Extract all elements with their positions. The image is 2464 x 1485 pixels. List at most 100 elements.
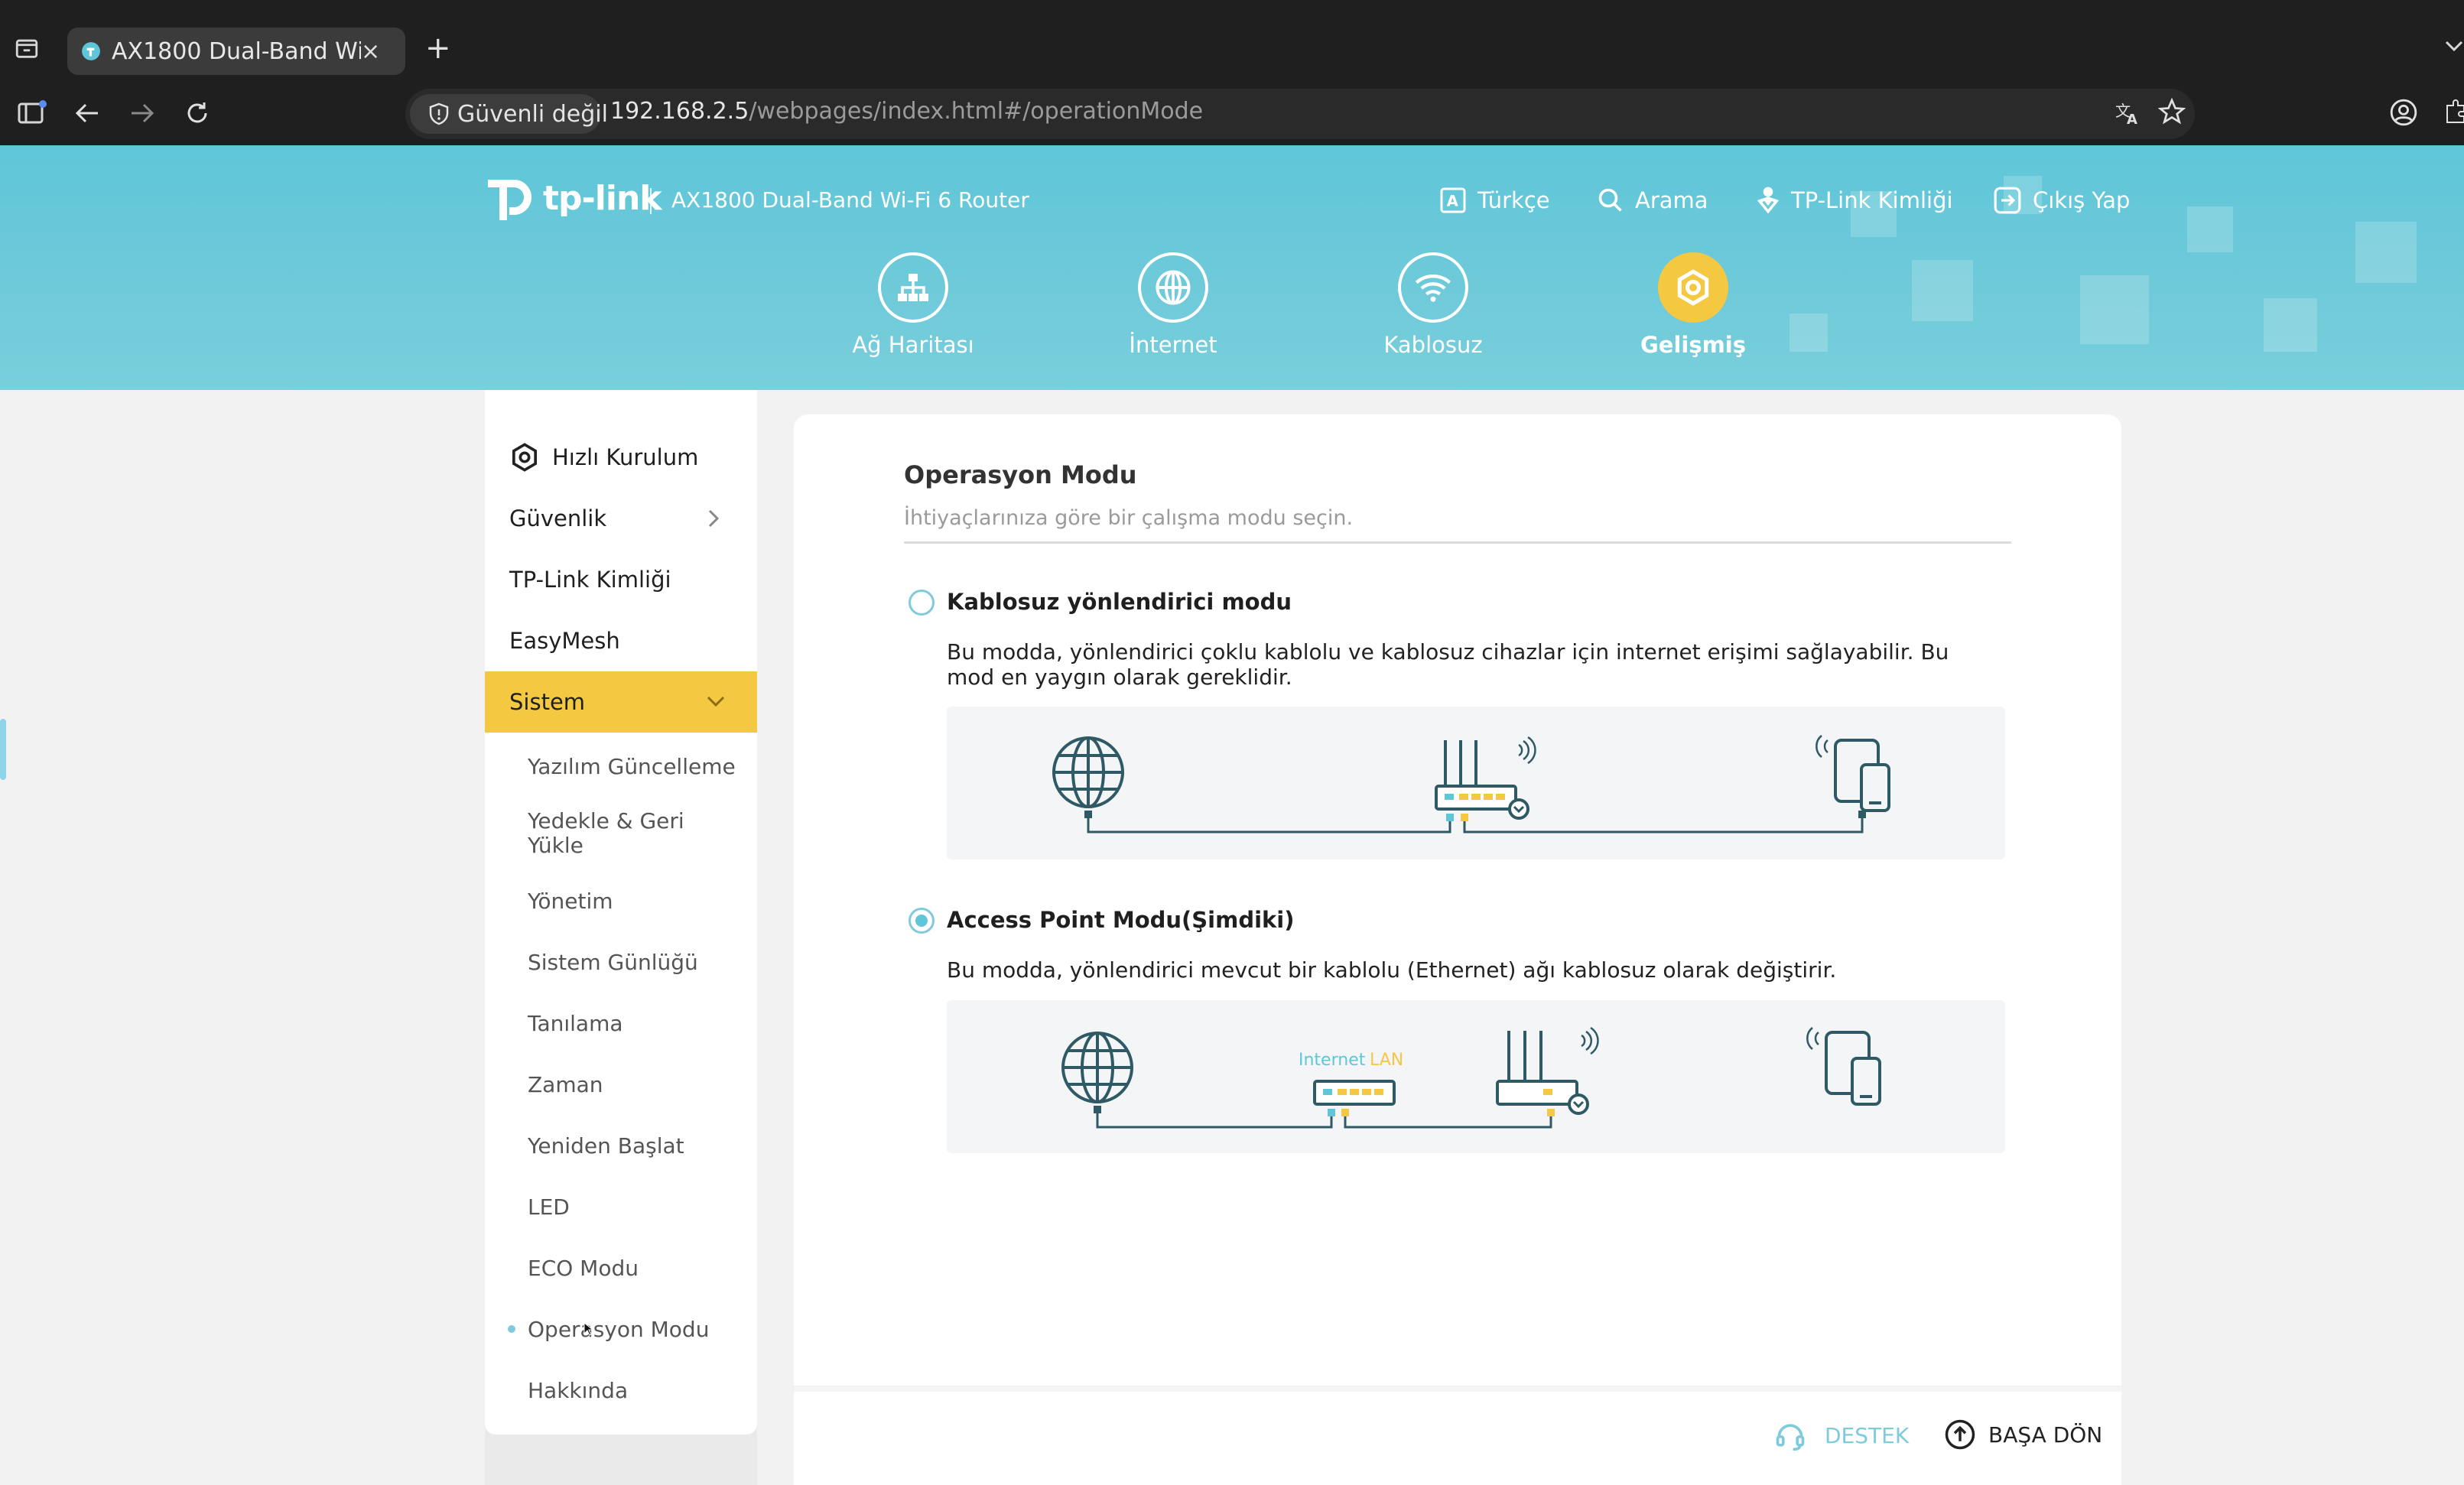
sidebar-subitem-backup-restore[interactable]: Yedekle & Geri Yükle — [485, 795, 714, 879]
sidebar-item-tp-link-id[interactable]: TP-Link Kimliği — [485, 549, 757, 610]
nav-internet[interactable]: İnternet — [1097, 252, 1250, 358]
wireless-router-diagram — [947, 707, 2005, 859]
sidebar-subitem-label: Tanılama — [528, 1010, 623, 1036]
nav-network-map-label: Ağ Haritası — [852, 332, 974, 358]
url-host: 192.168.2.5 — [610, 98, 749, 125]
sidebar-toggle-icon[interactable] — [17, 99, 47, 127]
url-text[interactable]: 192.168.2.5/webpages/index.html#/operati… — [610, 98, 1203, 125]
language-button[interactable]: A Türkçe — [1439, 184, 1550, 217]
logout-button[interactable]: Çıkış Yap — [1993, 184, 2130, 217]
sidebar-item-security[interactable]: Güvenlik — [485, 488, 757, 549]
internet-globe-icon — [1052, 736, 1124, 808]
sidebar-subitem-about[interactable]: Hakkında — [485, 1360, 757, 1421]
sidebar-item-quick-setup[interactable]: Hızlı Kurulum — [485, 427, 757, 488]
nav-internet-label: İnternet — [1129, 332, 1217, 358]
extensions-icon[interactable] — [2444, 98, 2464, 127]
logo-separator — [650, 188, 652, 214]
sidebar-item-label: TP-Link Kimliği — [509, 567, 671, 593]
quick-setup-icon — [509, 442, 540, 473]
nav-advanced-label: Gelişmiş — [1640, 332, 1747, 358]
browser-tab[interactable]: AX1800 Dual-Band Wi-Fi × — [67, 28, 405, 75]
access-point-mode-description: Bu modda, yönlendirici mevcut bir kablol… — [947, 957, 1837, 983]
sidebar-item-easymesh[interactable]: EasyMesh — [485, 610, 757, 671]
access-point-mode-radio[interactable] — [909, 908, 935, 934]
tab-list-chevron-icon[interactable] — [2444, 38, 2464, 54]
router-icon — [1435, 736, 1536, 821]
product-name: AX1800 Dual-Band Wi-Fi 6 Router — [671, 187, 1029, 213]
content-card — [794, 414, 2121, 1386]
headset-icon — [1773, 1418, 1808, 1452]
chevron-right-icon — [707, 508, 720, 529]
wireless-router-mode-label[interactable]: Kablosuz yönlendirici modu — [947, 589, 1292, 615]
sidebar-subitem-firmware-update[interactable]: Yazılım Güncelleme — [485, 736, 757, 797]
devices-icon — [1806, 1027, 1881, 1106]
access-point-mode-label[interactable]: Access Point Modu(Şimdiki) — [947, 907, 1295, 933]
sidebar-subitem-led[interactable]: LED — [485, 1176, 757, 1237]
profile-icon[interactable] — [2389, 98, 2418, 127]
tab-title: AX1800 Dual-Band Wi-Fi — [112, 37, 361, 65]
sidebar-subitem-diagnostics[interactable]: Tanılama — [485, 993, 757, 1054]
tp-link-id-button[interactable]: TP-Link Kimliği — [1756, 184, 1953, 217]
sidebar-subitem-reboot[interactable]: Yeniden Başlat — [485, 1115, 757, 1176]
search-button[interactable]: Arama — [1597, 184, 1708, 217]
tab-search-icon[interactable] — [14, 35, 40, 61]
bookmarks-bar — [0, 0, 2464, 16]
nav-network-map[interactable]: Ağ Haritası — [837, 252, 990, 358]
security-chip[interactable]: Güvenli değil — [410, 94, 608, 134]
sidebar-subitem-system-log[interactable]: Sistem Günlüğü — [485, 931, 757, 993]
sidebar-subitem-label: Operasyon Modu — [528, 1316, 710, 1342]
sidebar-subitem-eco-mode[interactable]: ECO Modu — [485, 1237, 757, 1298]
nav-wireless[interactable]: Kablosuz — [1357, 252, 1510, 358]
left-edge-indicator — [0, 719, 6, 780]
back-icon[interactable] — [73, 101, 101, 125]
page-subtitle: İhtiyaçlarınıza göre bir çalışma modu se… — [904, 506, 1354, 530]
devices-icon — [1815, 735, 1890, 812]
gear-icon — [1658, 252, 1728, 323]
chevron-down-icon — [705, 694, 727, 708]
sidebar-subitem-operation-mode[interactable]: Operasyon Modu — [485, 1298, 757, 1360]
network-map-icon — [878, 252, 948, 323]
sidebar-item-label: Hızlı Kurulum — [552, 444, 699, 470]
radio-selected-dot — [915, 915, 928, 927]
sidebar-subitem-label: Yedekle & Geri Yükle — [528, 808, 684, 858]
logout-icon — [1993, 186, 2022, 215]
forward-icon[interactable] — [128, 101, 156, 125]
security-label: Güvenli değil — [457, 100, 608, 128]
sidebar-item-label: Güvenlik — [509, 505, 607, 531]
translate-icon[interactable]: 文A — [2114, 99, 2143, 127]
svg-text:A: A — [2127, 112, 2137, 127]
sidebar-subitem-label: Zaman — [528, 1071, 603, 1097]
new-tab-button[interactable]: + — [425, 31, 451, 66]
support-label: DESTEK — [1825, 1422, 1910, 1448]
screen: AX1800 Dual-Band Wi-Fi × + Güvenli değil… — [0, 0, 2464, 1485]
sidebar-subitem-label: Yönetim — [528, 888, 613, 914]
sidebar-subitem-label: Hakkında — [528, 1377, 629, 1403]
language-label: Türkçe — [1477, 187, 1550, 213]
brand-logo: tp-link — [543, 179, 662, 218]
sidebar-subitem-label: Yeniden Başlat — [528, 1132, 684, 1158]
support-link[interactable]: DESTEK — [1773, 1418, 1909, 1452]
id-icon — [1756, 186, 1780, 215]
header-decoration — [1789, 176, 2417, 352]
close-tab-icon[interactable]: × — [361, 38, 380, 65]
svg-text:A: A — [1447, 193, 1458, 210]
wireless-router-mode-radio[interactable] — [909, 590, 935, 616]
bookmark-star-icon[interactable] — [2158, 98, 2186, 125]
access-point-router-icon — [1496, 1026, 1599, 1116]
nav-wireless-label: Kablosuz — [1383, 332, 1483, 358]
page-title: Operasyon Modu — [904, 460, 1137, 489]
search-icon — [1597, 187, 1624, 214]
content-footer — [794, 1387, 2121, 1485]
not-secure-shield-icon — [428, 102, 450, 125]
nav-advanced[interactable]: Gelişmiş — [1617, 252, 1770, 358]
reload-icon[interactable] — [184, 99, 211, 127]
sidebar-subitem-time[interactable]: Zaman — [485, 1054, 757, 1115]
globe-icon — [1138, 252, 1208, 323]
sidebar-subitem-label: Yazılım Güncelleme — [528, 753, 736, 779]
sidebar-item-label: EasyMesh — [509, 628, 620, 654]
url-path: /webpages/index.html#/operationMode — [749, 98, 1204, 125]
sidebar-item-label: Sistem — [509, 689, 586, 715]
back-to-top-link[interactable]: BAŞA DÖN — [1944, 1418, 2102, 1451]
sidebar-subitem-administration[interactable]: Yönetim — [485, 870, 757, 931]
sidebar-item-system[interactable]: Sistem — [485, 671, 757, 733]
